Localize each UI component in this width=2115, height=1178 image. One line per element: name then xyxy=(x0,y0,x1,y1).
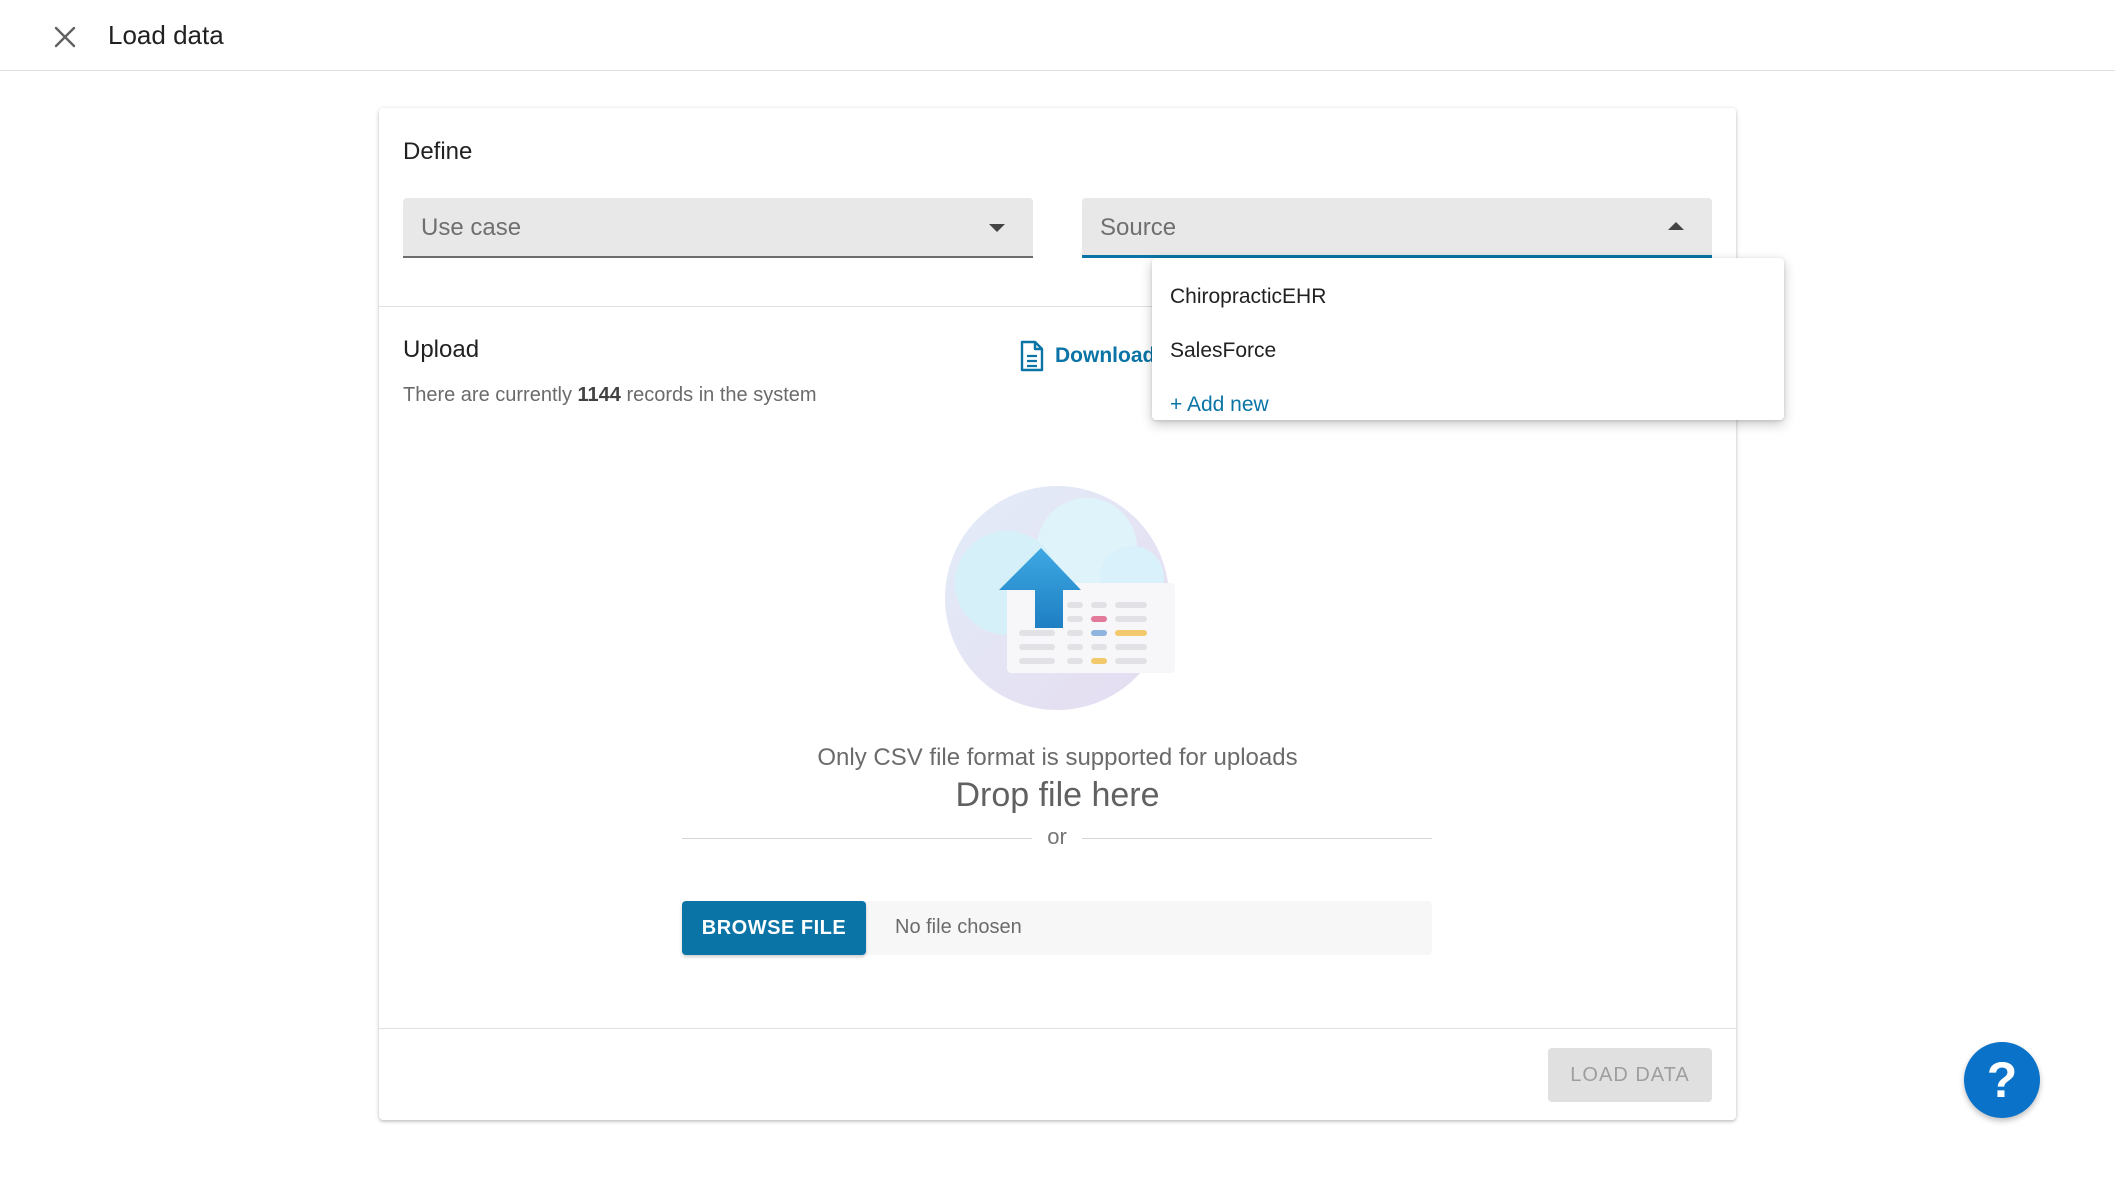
browse-file-button[interactable]: BROWSE FILE xyxy=(682,901,866,955)
chevron-down-icon xyxy=(989,224,1005,232)
source-select[interactable]: Source xyxy=(1082,198,1712,258)
help-button[interactable]: ? xyxy=(1964,1042,2040,1118)
close-button[interactable] xyxy=(44,16,86,58)
records-prefix: There are currently xyxy=(403,384,572,406)
load-data-button[interactable]: LOAD DATA xyxy=(1548,1048,1712,1102)
download-template-link[interactable]: Download xyxy=(1019,340,1155,372)
or-separator: or xyxy=(682,824,1432,854)
page-title: Load data xyxy=(108,20,224,50)
source-dropdown-menu: ChiropracticEHR SalesForce + Add new xyxy=(1152,258,1784,420)
upload-section-title: Upload xyxy=(403,336,480,363)
add-new-source-option[interactable]: + Add new xyxy=(1152,378,1784,432)
footer-divider xyxy=(379,1028,1736,1029)
or-label: or xyxy=(1047,824,1067,849)
top-bar: Load data xyxy=(0,0,2115,71)
chevron-up-icon xyxy=(1668,222,1684,230)
use-case-label: Use case xyxy=(421,214,522,241)
define-section-title: Define xyxy=(403,138,473,165)
csv-format-note: Only CSV file format is supported for up… xyxy=(817,744,1298,771)
source-label: Source xyxy=(1100,214,1177,241)
question-mark-icon: ? xyxy=(1986,1052,2018,1108)
source-option-chiropracticehr[interactable]: ChiropracticEHR xyxy=(1152,270,1784,324)
records-count: 1144 xyxy=(577,384,621,406)
records-suffix: records in the system xyxy=(626,384,817,406)
close-icon xyxy=(54,26,76,48)
source-option-salesforce[interactable]: SalesForce xyxy=(1152,324,1784,378)
document-icon xyxy=(1020,340,1044,372)
separator-line xyxy=(1082,838,1432,839)
file-chooser: BROWSE FILE No file chosen xyxy=(682,901,1432,955)
records-count-text: There are currently 1144 records in the … xyxy=(403,384,817,407)
download-label: Download xyxy=(1055,344,1156,367)
drop-zone-label[interactable]: Drop file here xyxy=(379,776,1736,815)
chosen-file-name: No file chosen xyxy=(895,916,1022,938)
use-case-select[interactable]: Use case xyxy=(403,198,1033,258)
upload-cloud-illustration xyxy=(945,486,1175,710)
